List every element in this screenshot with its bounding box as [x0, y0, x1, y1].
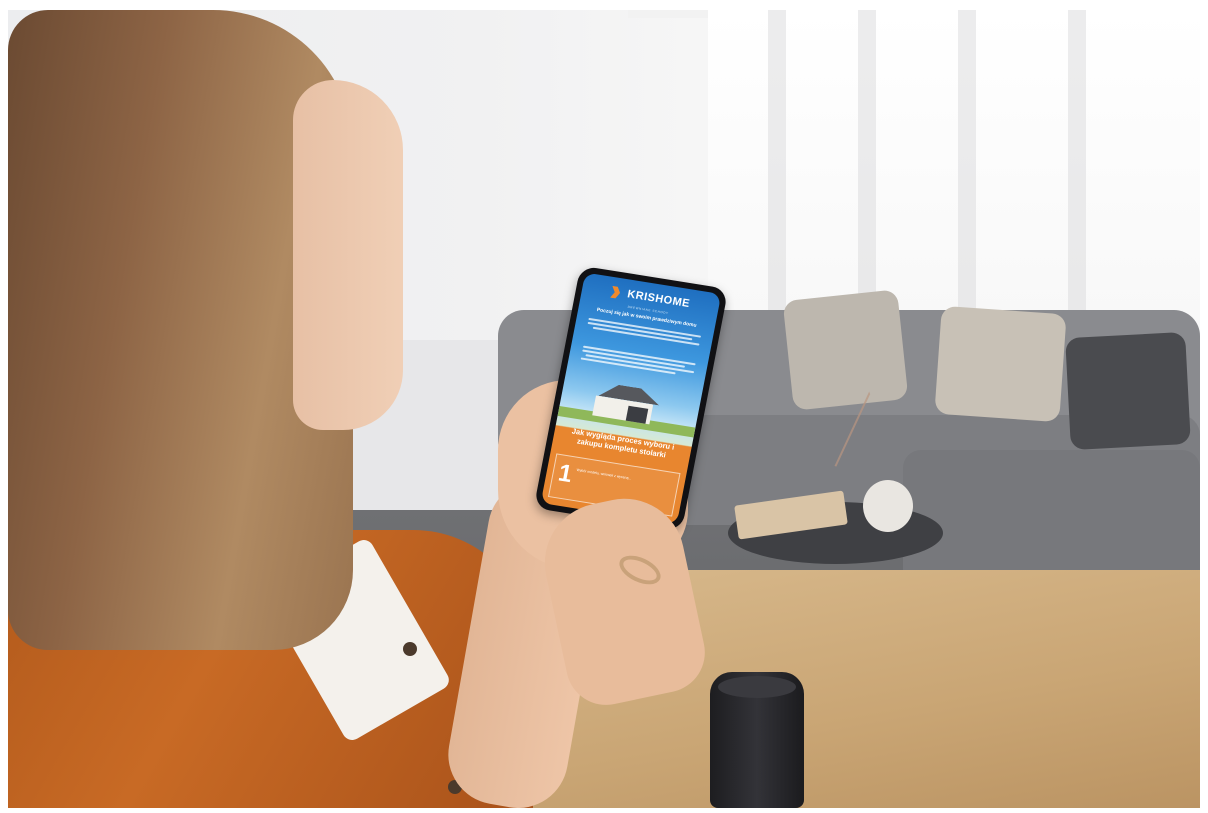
pillow [934, 305, 1067, 423]
curtain-fold [1068, 10, 1086, 340]
vase [863, 480, 913, 532]
step-number: 1 [556, 459, 575, 489]
speaker-top [718, 676, 796, 698]
garage-door [625, 405, 649, 424]
step-text: Wybór modelu, wniosek z wyceną... [576, 467, 632, 481]
pillow [782, 289, 909, 411]
curtain-fold [958, 10, 976, 340]
curtain-fold [768, 10, 786, 340]
krishome-logo-icon [610, 286, 621, 299]
photo-scene: KRISHOME DREWNIANE SCHODY Poczuj się jak… [8, 10, 1200, 808]
pillow-dark [1065, 331, 1191, 451]
woman-face [293, 80, 403, 430]
text-line [585, 354, 695, 373]
text-line [592, 326, 700, 346]
shirt-button [403, 642, 417, 656]
smart-speaker [710, 672, 804, 808]
curtain-fold [858, 10, 876, 340]
